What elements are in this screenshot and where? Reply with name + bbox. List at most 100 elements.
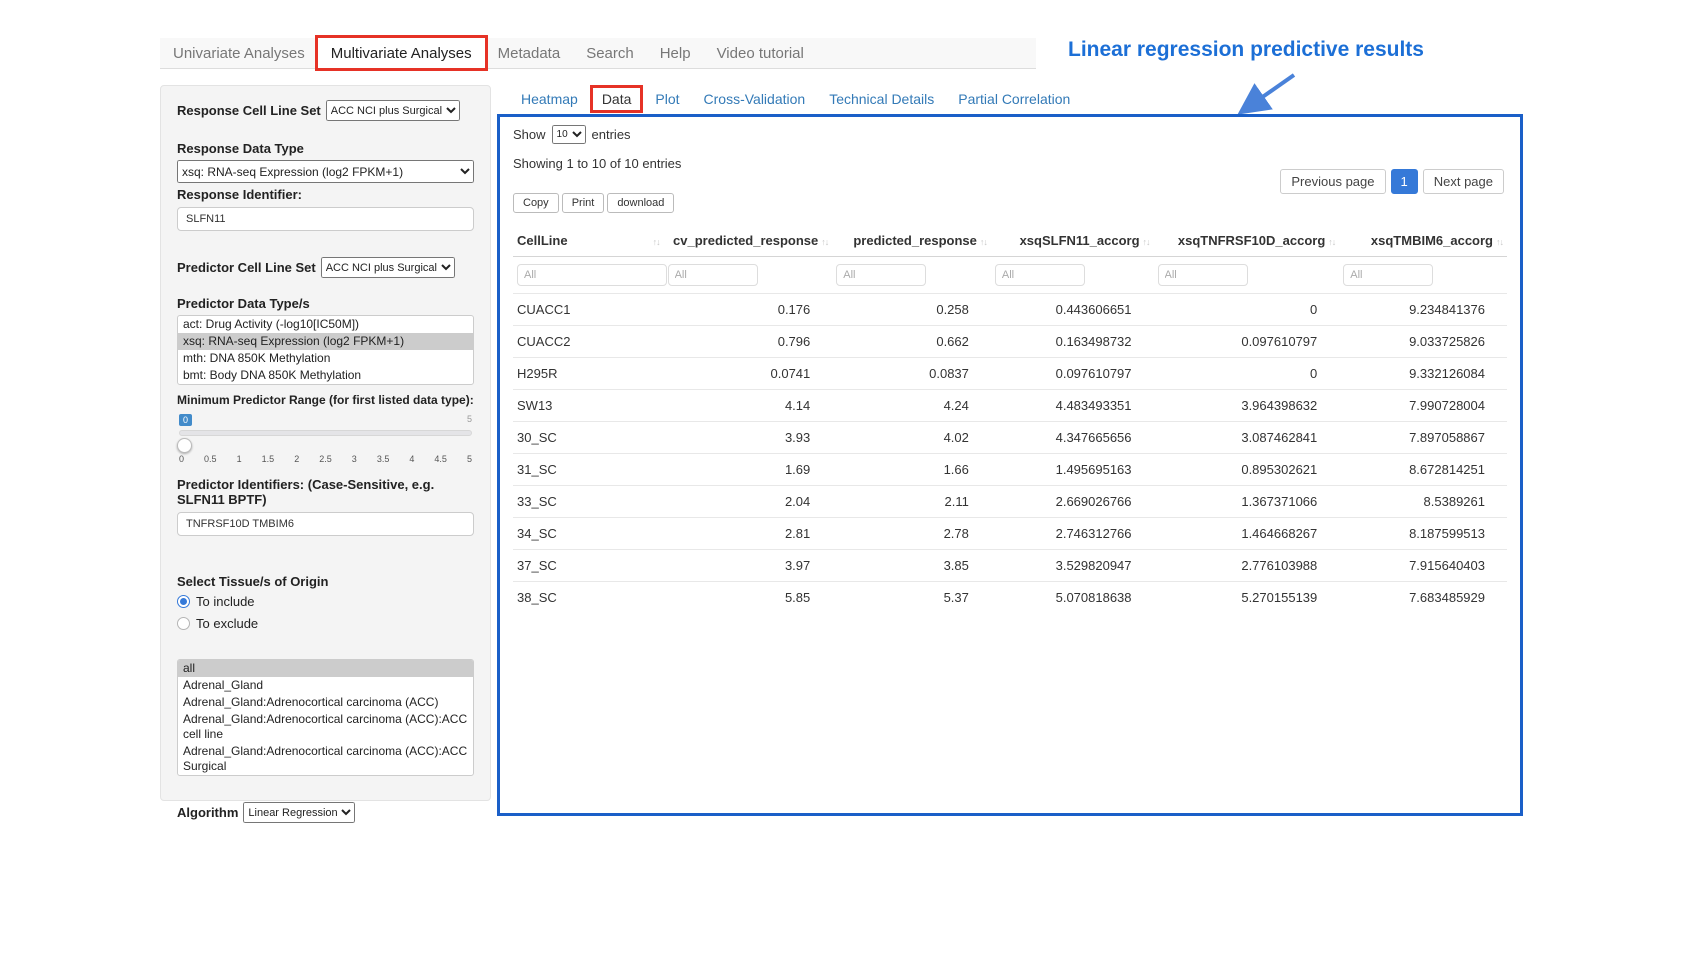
table-cell: 0.443606651 — [991, 294, 1154, 326]
tissue-origin-radio[interactable]: To include — [177, 594, 474, 609]
result-tab[interactable]: Cross-Validation — [695, 88, 815, 110]
listbox-option[interactable]: act: Drug Activity (-log10[IC50M]) — [178, 316, 473, 333]
table-row: 37_SC 3.97 3.85 3.529820947 2.776103988 … — [513, 550, 1507, 582]
listbox-option[interactable]: Adrenal_Gland:Adrenocortical carcinoma (… — [178, 743, 473, 775]
table-cell: 0.662 — [832, 326, 991, 358]
table-cell: 37_SC — [513, 550, 664, 582]
column-header[interactable]: xsqTMBIM6_accorg — [1339, 225, 1507, 257]
column-header[interactable]: xsqSLFN11_accorg — [991, 225, 1154, 257]
slider-tick-label: 5 — [467, 454, 472, 464]
table-cell: 2.81 — [664, 518, 833, 550]
column-filter-input[interactable] — [517, 264, 667, 286]
slider-tick-label: 4 — [409, 454, 414, 464]
page-number-button[interactable]: 1 — [1391, 169, 1418, 194]
table-cell: 0.258 — [832, 294, 991, 326]
table-cell: 3.087462841 — [1154, 422, 1340, 454]
response-cell-line-set-label: Response Cell Line Set — [177, 103, 321, 118]
nav-item[interactable]: Multivariate Analyses — [318, 38, 485, 68]
slider-value-badge: 0 — [179, 414, 192, 426]
table-filter-row — [513, 257, 1507, 294]
table-cell: 1.367371066 — [1154, 486, 1340, 518]
column-filter-input[interactable] — [1158, 264, 1248, 286]
table-body: CUACC1 0.176 0.258 0.443606651 0 9.23484… — [513, 294, 1507, 614]
table-cell: 30_SC — [513, 422, 664, 454]
sort-icon[interactable] — [1143, 237, 1150, 247]
export-button[interactable]: Print — [562, 193, 605, 213]
predictor-identifiers-input[interactable] — [177, 512, 474, 536]
page-length-select[interactable]: 10 — [552, 125, 586, 144]
table-cell: 8.5389261 — [1339, 486, 1507, 518]
sort-icon[interactable] — [980, 237, 987, 247]
listbox-option[interactable]: mth: DNA 850K Methylation — [178, 350, 473, 367]
slider-handle[interactable] — [177, 438, 192, 453]
listbox-option[interactable]: all — [178, 660, 473, 677]
nav-items: Univariate Analyses Multivariate Analyse… — [160, 38, 1036, 68]
listbox-option[interactable]: xsq: RNA-seq Expression (log2 FPKM+1) — [178, 333, 473, 350]
column-header-label: xsqTNFRSF10D_accorg — [1178, 233, 1325, 248]
predictor-data-type-listbox: act: Drug Activity (-log10[IC50M]) xsq: … — [177, 315, 474, 385]
response-cell-line-set-select[interactable]: ACC NCI plus Surgical — [326, 100, 460, 121]
column-header[interactable]: predicted_response — [832, 225, 991, 257]
nav-item[interactable]: Video tutorial — [704, 38, 817, 68]
radio-icon — [177, 617, 190, 630]
export-button[interactable]: download — [607, 193, 674, 213]
next-page-button[interactable]: Next page — [1423, 169, 1504, 194]
column-filter-input[interactable] — [668, 264, 758, 286]
table-cell: 4.347665656 — [991, 422, 1154, 454]
nav-item[interactable]: Univariate Analyses — [160, 38, 318, 68]
sort-icon[interactable] — [653, 237, 660, 247]
table-cell: 7.897058867 — [1339, 422, 1507, 454]
slider-tick-label: 0.5 — [204, 454, 217, 464]
table-cell: 1.69 — [664, 454, 833, 486]
export-buttons: Copy Print download — [513, 193, 674, 213]
response-data-type-select[interactable]: xsq: RNA-seq Expression (log2 FPKM+1) — [177, 160, 474, 183]
predictor-cell-line-set-select[interactable]: ACC NCI plus Surgical — [321, 257, 455, 278]
table-cell: 8.187599513 — [1339, 518, 1507, 550]
column-filter-input[interactable] — [995, 264, 1085, 286]
result-tab[interactable]: Data — [593, 88, 641, 110]
table-cell: 0.0741 — [664, 358, 833, 390]
result-tab[interactable]: Technical Details — [820, 88, 943, 110]
min-predictor-range-slider: 0 5 00.511.522.533.544.55 — [179, 417, 472, 467]
sort-icon[interactable] — [1328, 237, 1335, 247]
table-cell: 3.964398632 — [1154, 390, 1340, 422]
slider-ticks: 00.511.522.533.544.55 — [179, 454, 472, 464]
slider-tick-label: 1 — [237, 454, 242, 464]
slider-tick-label: 3 — [352, 454, 357, 464]
sort-icon[interactable] — [1496, 237, 1503, 247]
response-data-type-label: Response Data Type — [177, 141, 474, 156]
table-cell: 0 — [1154, 358, 1340, 390]
listbox-option[interactable]: bmt: Body DNA 850K Methylation — [178, 367, 473, 384]
nav-item[interactable]: Help — [647, 38, 704, 68]
column-filter-input[interactable] — [836, 264, 926, 286]
table-cell: 5.270155139 — [1154, 582, 1340, 614]
previous-page-button[interactable]: Previous page — [1280, 169, 1385, 194]
result-tab[interactable]: Plot — [646, 88, 688, 110]
result-tab[interactable]: Partial Correlation — [949, 88, 1079, 110]
annotation-title: Linear regression predictive results — [1068, 38, 1424, 62]
table-cell: 8.672814251 — [1339, 454, 1507, 486]
table-cell: 0.0837 — [832, 358, 991, 390]
slider-tick-label: 4.5 — [434, 454, 447, 464]
column-header[interactable]: CellLine — [513, 225, 664, 257]
listbox-option[interactable]: Adrenal_Gland — [178, 677, 473, 694]
table-cell: 5.37 — [832, 582, 991, 614]
slider-track[interactable] — [179, 430, 472, 436]
algorithm-select[interactable]: Linear Regression — [243, 802, 355, 823]
column-header[interactable]: cv_predicted_response — [664, 225, 833, 257]
table-row: H295R 0.0741 0.0837 0.097610797 0 9.3321… — [513, 358, 1507, 390]
result-tab[interactable]: Heatmap — [512, 88, 587, 110]
column-header[interactable]: xsqTNFRSF10D_accorg — [1154, 225, 1340, 257]
export-button[interactable]: Copy — [513, 193, 559, 213]
tissue-origin-radio[interactable]: To exclude — [177, 616, 474, 631]
column-filter-input[interactable] — [1343, 264, 1433, 286]
listbox-option[interactable]: Adrenal_Gland:Adrenocortical carcinoma (… — [178, 694, 473, 711]
table-cell: 2.04 — [664, 486, 833, 518]
listbox-option[interactable]: Adrenal_Gland:Adrenocortical carcinoma (… — [178, 711, 473, 743]
sort-icon[interactable] — [821, 237, 828, 247]
table-cell: 2.11 — [832, 486, 991, 518]
nav-item[interactable]: Metadata — [485, 38, 574, 68]
nav-item[interactable]: Search — [573, 38, 647, 68]
table-cell: 7.683485929 — [1339, 582, 1507, 614]
response-identifier-input[interactable] — [177, 207, 474, 231]
